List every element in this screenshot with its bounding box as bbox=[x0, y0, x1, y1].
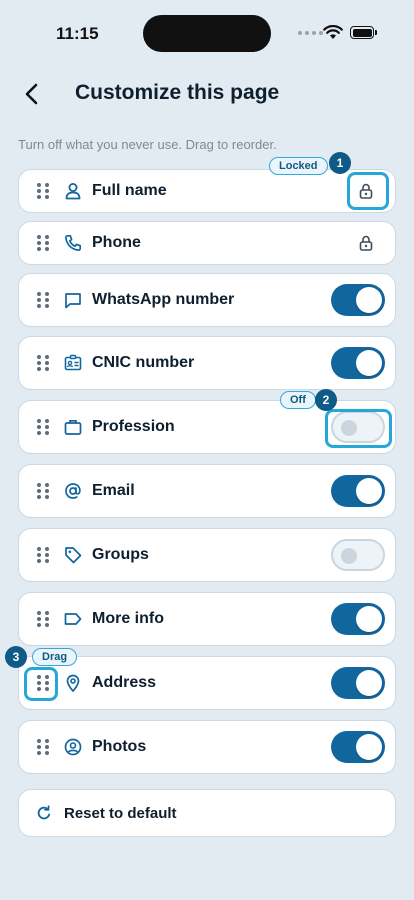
user-circle-icon bbox=[64, 738, 82, 756]
drag-handle-icon[interactable] bbox=[37, 292, 49, 308]
tag-icon bbox=[65, 547, 82, 564]
visibility-toggle[interactable] bbox=[331, 347, 385, 379]
visibility-toggle[interactable] bbox=[331, 667, 385, 699]
field-row-cnic-number[interactable]: CNIC number bbox=[18, 336, 396, 390]
drag-handle-icon[interactable] bbox=[37, 235, 49, 251]
reset-label: Reset to default bbox=[64, 805, 177, 822]
dynamic-island bbox=[143, 15, 271, 52]
visibility-toggle[interactable] bbox=[331, 539, 385, 571]
visibility-toggle[interactable] bbox=[331, 475, 385, 507]
status-time: 11:15 bbox=[56, 24, 99, 43]
field-row-whatsapp-number[interactable]: WhatsApp number bbox=[18, 273, 396, 327]
status-bar: 11:15 bbox=[0, 0, 414, 66]
id-card-icon bbox=[64, 354, 82, 371]
field-label: Phone bbox=[92, 234, 141, 251]
field-label: Address bbox=[92, 674, 157, 691]
drag-handle-icon[interactable] bbox=[37, 611, 49, 627]
callout-badge-3: 3 bbox=[5, 646, 27, 668]
field-label: WhatsApp number bbox=[92, 291, 235, 308]
chevron-left-icon bbox=[25, 83, 38, 105]
field-label: Profession bbox=[92, 418, 175, 435]
drag-handle-icon[interactable] bbox=[37, 183, 49, 199]
label-icon bbox=[64, 613, 82, 625]
visibility-toggle[interactable] bbox=[331, 284, 385, 316]
location-pin-icon bbox=[66, 674, 80, 692]
visibility-toggle[interactable] bbox=[331, 731, 385, 763]
signal-icon bbox=[298, 31, 323, 35]
field-label: CNIC number bbox=[92, 354, 195, 371]
page-header: Customize this page bbox=[0, 66, 414, 122]
drag-handle-icon[interactable] bbox=[37, 483, 49, 499]
drag-handle-icon[interactable] bbox=[37, 739, 49, 755]
chat-icon bbox=[65, 293, 81, 309]
refresh-icon bbox=[37, 805, 51, 820]
at-icon bbox=[65, 483, 81, 499]
field-label: Email bbox=[92, 482, 135, 499]
battery-icon bbox=[350, 26, 377, 39]
field-row-full-name[interactable]: Full name bbox=[18, 169, 396, 213]
wifi-icon bbox=[323, 25, 343, 39]
drag-handle-icon[interactable] bbox=[37, 419, 49, 435]
field-row-email[interactable]: Email bbox=[18, 464, 396, 518]
drag-handle-icon[interactable] bbox=[37, 355, 49, 371]
callout-badge-1: 1 bbox=[329, 152, 351, 174]
field-label: Groups bbox=[92, 546, 149, 563]
person-icon bbox=[65, 183, 81, 200]
lock-icon bbox=[359, 235, 373, 251]
field-label: Full name bbox=[92, 182, 167, 199]
field-label: More info bbox=[92, 610, 164, 627]
field-label: Photos bbox=[92, 738, 147, 755]
field-row-more-info[interactable]: More info bbox=[18, 592, 396, 646]
highlight-off-toggle bbox=[325, 409, 392, 448]
instruction-text: Turn off what you never use. Drag to reo… bbox=[18, 137, 277, 152]
callout-locked-label: Locked bbox=[269, 157, 328, 175]
page-title: Customize this page bbox=[75, 81, 280, 104]
callout-badge-2: 2 bbox=[315, 389, 337, 411]
briefcase-icon bbox=[64, 419, 82, 435]
drag-handle-icon[interactable] bbox=[37, 547, 49, 563]
back-button[interactable] bbox=[18, 80, 46, 108]
visibility-toggle[interactable] bbox=[331, 603, 385, 635]
field-row-groups[interactable]: Groups bbox=[18, 528, 396, 582]
callout-off-label: Off bbox=[280, 391, 316, 409]
highlight-drag-handle bbox=[24, 667, 58, 701]
reset-to-default-button[interactable]: Reset to default bbox=[18, 789, 396, 837]
field-row-photos[interactable]: Photos bbox=[18, 720, 396, 774]
phone-icon bbox=[65, 234, 82, 251]
highlight-locked bbox=[347, 172, 389, 210]
field-row-phone[interactable]: Phone bbox=[18, 221, 396, 265]
field-row-address[interactable]: Address bbox=[18, 656, 396, 710]
callout-drag-label: Drag bbox=[32, 648, 78, 666]
